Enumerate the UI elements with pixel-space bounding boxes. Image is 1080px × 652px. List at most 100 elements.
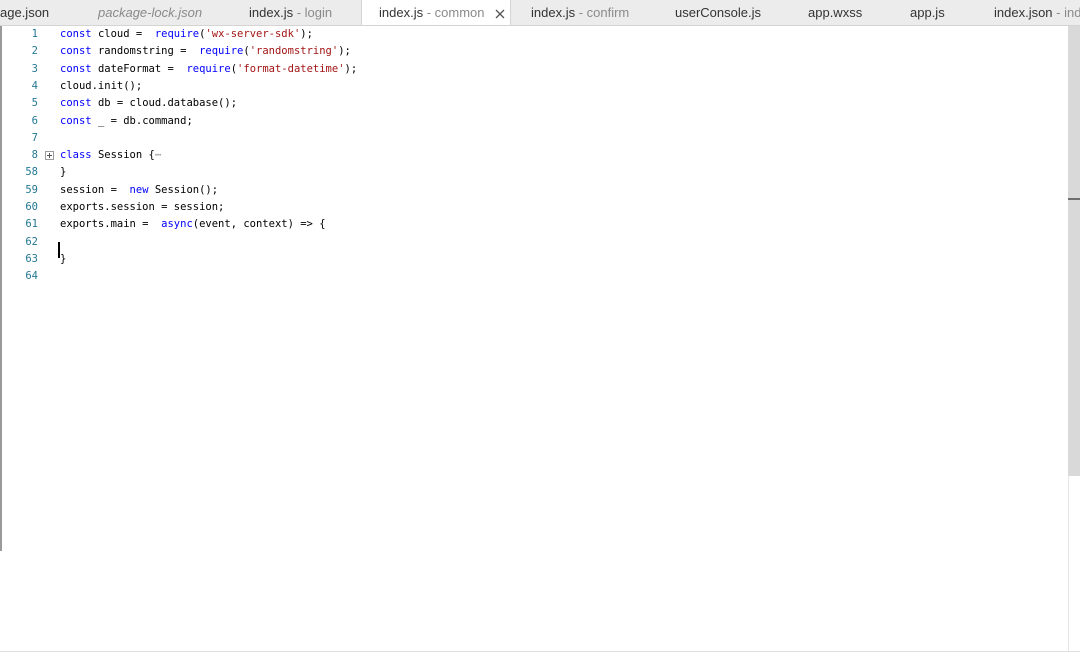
code-token: cloud.init();: [60, 79, 143, 92]
line-number: 5: [31, 97, 38, 110]
code-token: }: [60, 166, 67, 179]
keyword-token: const: [60, 28, 92, 40]
code-line[interactable]: 5 const db = cloud.database();: [2, 95, 1062, 112]
tab-label: userConsole.js: [675, 5, 761, 20]
code-token: _ = db.command;: [97, 114, 193, 127]
tab-app-js[interactable]: app.js: [910, 0, 945, 25]
tab-package-lock-json[interactable]: package-lock.json: [98, 0, 202, 25]
tab-index-js-confirm[interactable]: index.js - confirm: [531, 0, 629, 25]
line-number: 62: [25, 235, 38, 248]
scrollbar-thumb[interactable]: [1068, 26, 1080, 476]
line-number: 4: [31, 79, 38, 92]
code-text: session = new Session();: [60, 182, 218, 199]
line-number: 61: [25, 218, 38, 231]
line-number: 58: [25, 166, 38, 179]
keyword-token: const: [60, 97, 92, 110]
code-token: );: [300, 28, 313, 40]
code-line[interactable]: 60 exports.session = session;: [2, 199, 1062, 216]
tab-index-js-login[interactable]: index.js - login: [249, 0, 332, 25]
tab-index-js-common[interactable]: index.js - common: [361, 0, 511, 25]
code-token: ⋯: [154, 149, 162, 162]
code-line[interactable]: 2 const randomstring = require('randomstr…: [2, 43, 1062, 60]
tab-label: app.js: [910, 5, 945, 20]
tab-label: index.js: [379, 5, 424, 20]
fold-expand-icon[interactable]: [45, 151, 54, 161]
code-text: cloud.init();: [60, 78, 142, 95]
code-token: exports.session = session;: [60, 201, 225, 213]
code-text: class Session {⋯: [60, 147, 161, 164]
tab-index-json[interactable]: index.json - inde: [994, 0, 1080, 25]
code-token: exports.main =: [60, 218, 155, 231]
keyword-token: class: [60, 149, 92, 162]
code-token: db = cloud.database();: [97, 97, 238, 110]
code-text: exports.session = session;: [60, 199, 224, 216]
code-text: const _ = db.command;: [60, 113, 193, 130]
editor-tab-bar: age.json package-lock.json index.js - lo…: [0, 0, 1080, 26]
keyword-token: require: [186, 62, 231, 75]
code-line[interactable]: 62: [2, 234, 1062, 251]
line-number: 2: [31, 45, 38, 58]
keyword-token: const: [60, 62, 92, 75]
code-line[interactable]: 7: [2, 130, 1062, 147]
code-line[interactable]: 4 cloud.init();: [2, 78, 1062, 95]
code-token: cloud =: [97, 28, 149, 40]
line-number: 64: [25, 270, 38, 283]
keyword-token: new: [129, 183, 149, 196]
code-token: );: [338, 45, 351, 58]
code-token: dateFormat =: [97, 62, 181, 75]
text-cursor: [58, 242, 60, 258]
code-line[interactable]: 8 class Session {⋯: [2, 147, 1062, 164]
tab-app-wxss[interactable]: app.wxss: [808, 0, 862, 25]
code-text: }: [60, 164, 66, 181]
tab-label: app.wxss: [808, 5, 863, 20]
tab-package-json[interactable]: age.json: [0, 0, 49, 25]
code-text: const dateFormat = require('format-datet…: [60, 61, 357, 78]
keyword-token: async: [161, 218, 193, 231]
line-number: 7: [31, 131, 38, 144]
code-token: );: [344, 62, 358, 75]
keyword-token: require: [154, 28, 200, 40]
tab-sublabel: - confirm: [575, 5, 630, 20]
string-token: 'randomstring': [249, 45, 339, 58]
scrollbar-position-marker: [1068, 198, 1080, 200]
tab-sublabel: - inde: [1056, 5, 1080, 20]
code-line[interactable]: 59 session = new Session();: [2, 182, 1062, 199]
code-token: session =: [60, 183, 124, 196]
line-number: 3: [31, 62, 38, 75]
code-text: }: [60, 251, 66, 268]
code-text: const db = cloud.database();: [60, 95, 237, 112]
line-number: 8: [31, 149, 38, 162]
tab-label: index.js: [249, 5, 294, 20]
code-text: const randomstring = require('randomstri…: [60, 43, 351, 60]
tab-label: age.json: [0, 5, 50, 20]
close-icon[interactable]: [495, 9, 505, 19]
code-editor[interactable]: 1 const cloud = require('wx-server-sdk');…: [2, 26, 1068, 651]
tab-userconsole-js[interactable]: userConsole.js: [675, 0, 761, 25]
code-line[interactable]: 1 const cloud = require('wx-server-sdk');: [2, 26, 1062, 43]
code-token: (event, context) => {: [192, 218, 326, 231]
code-text: exports.main = async(event, context) => …: [60, 216, 326, 233]
code-token: }: [60, 252, 67, 265]
code-token: Session {: [97, 149, 155, 162]
tab-label: index.js: [531, 5, 576, 20]
tab-sublabel: - login: [293, 5, 333, 20]
code-line[interactable]: 58}: [2, 164, 1062, 181]
string-token: 'wx-server-sdk': [205, 28, 301, 40]
code-line[interactable]: 61 exports.main = async(event, context) =…: [2, 216, 1062, 233]
code-token: randomstring =: [97, 45, 193, 58]
keyword-token: const: [60, 114, 92, 127]
keyword-token: require: [199, 45, 244, 58]
string-token: 'format-datetime': [237, 62, 345, 75]
line-number: 1: [31, 28, 38, 40]
line-number: 6: [31, 114, 38, 127]
code-line[interactable]: 63}: [2, 251, 1062, 268]
line-number: 63: [25, 252, 38, 265]
line-number: 60: [25, 201, 38, 213]
code-line[interactable]: 6 const _ = db.command;: [2, 113, 1062, 130]
keyword-token: const: [60, 45, 92, 58]
code-line[interactable]: 3 const dateFormat = require('format-date…: [2, 61, 1062, 78]
tab-sublabel: - common: [423, 5, 485, 20]
code-line[interactable]: 64: [2, 268, 1062, 285]
code-token: Session();: [154, 183, 219, 196]
code-text: const cloud = require('wx-server-sdk');: [60, 26, 313, 43]
